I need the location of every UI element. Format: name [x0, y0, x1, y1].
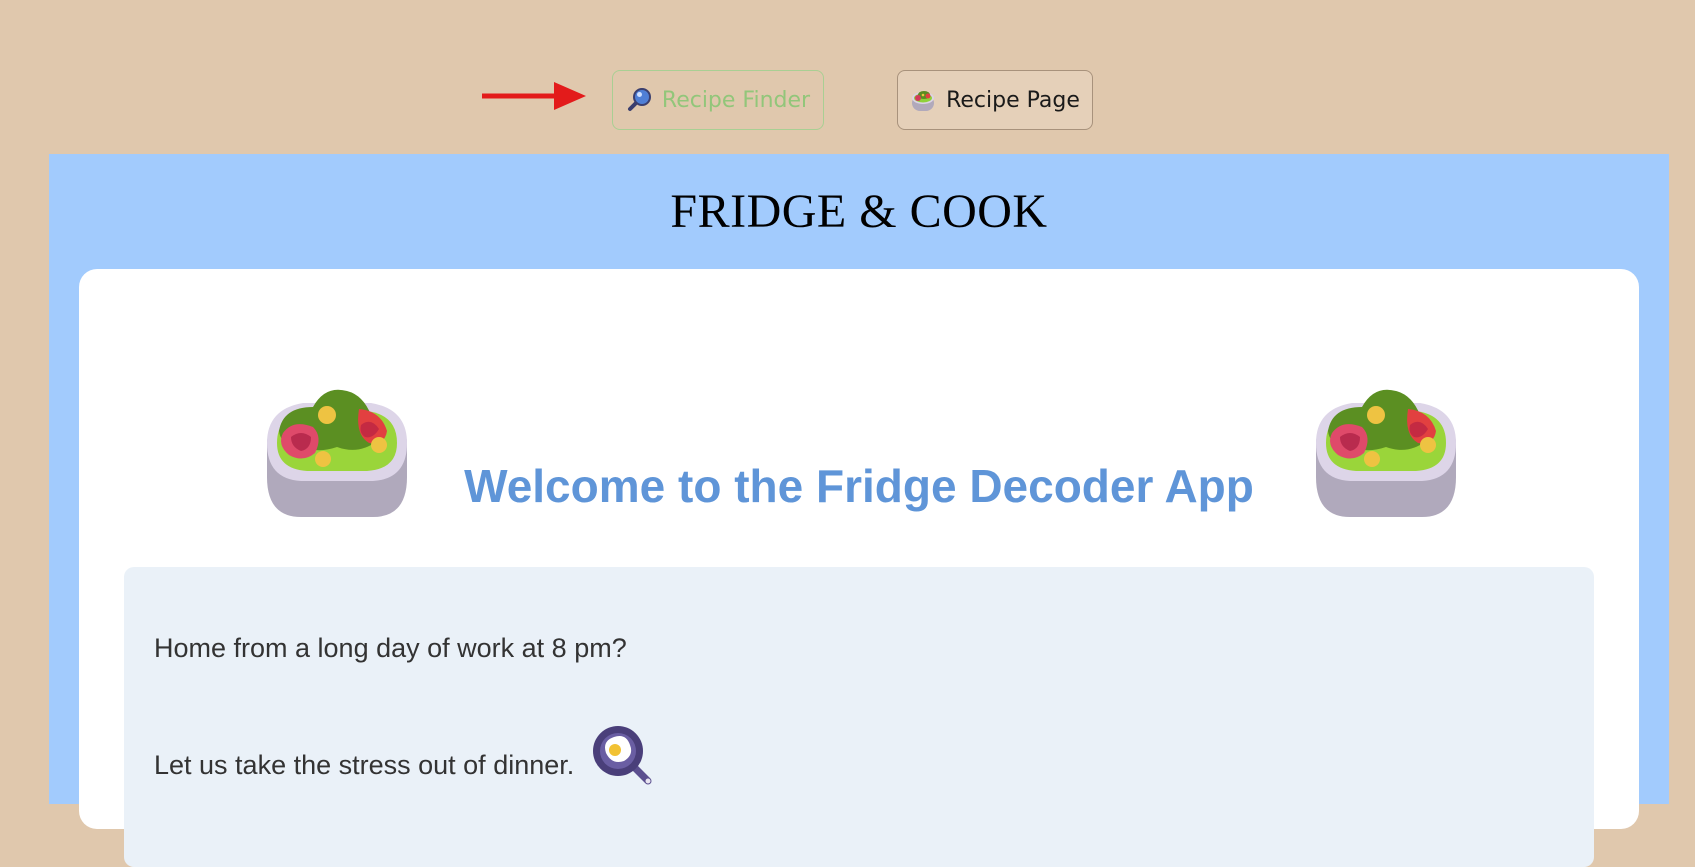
recipe-finder-label: Recipe Finder	[661, 87, 811, 113]
top-navigation: Recipe Finder Recipe Page	[0, 0, 1695, 154]
frying-pan-egg-icon	[593, 726, 652, 785]
app-title: FRIDGE & COOK	[670, 185, 1048, 238]
magnifier-icon	[627, 88, 651, 111]
app-container: FRIDGE & COOK Welcome to the Fridge Deco…	[49, 154, 1669, 867]
red-arrow-icon	[482, 82, 586, 110]
intro-line: Home from a long day of work at 8 pm?	[154, 633, 627, 663]
salad-bowl-icon	[912, 91, 935, 111]
recipe-page-button[interactable]: Recipe Page	[897, 70, 1093, 130]
intro-panel: Home from a long day of work at 8 pm? Le…	[124, 567, 1594, 867]
welcome-card: Welcome to the Fridge Decoder App Home f…	[79, 269, 1639, 867]
salad-bowl-icon	[1316, 389, 1456, 517]
intro-line: Let us take the stress out of dinner.	[154, 749, 575, 780]
intro-line-with-icon: Let us take the stress out of dinner.	[154, 726, 656, 789]
recipe-finder-button[interactable]: Recipe Finder	[612, 70, 824, 130]
recipe-page-label: Recipe Page	[946, 87, 1080, 113]
